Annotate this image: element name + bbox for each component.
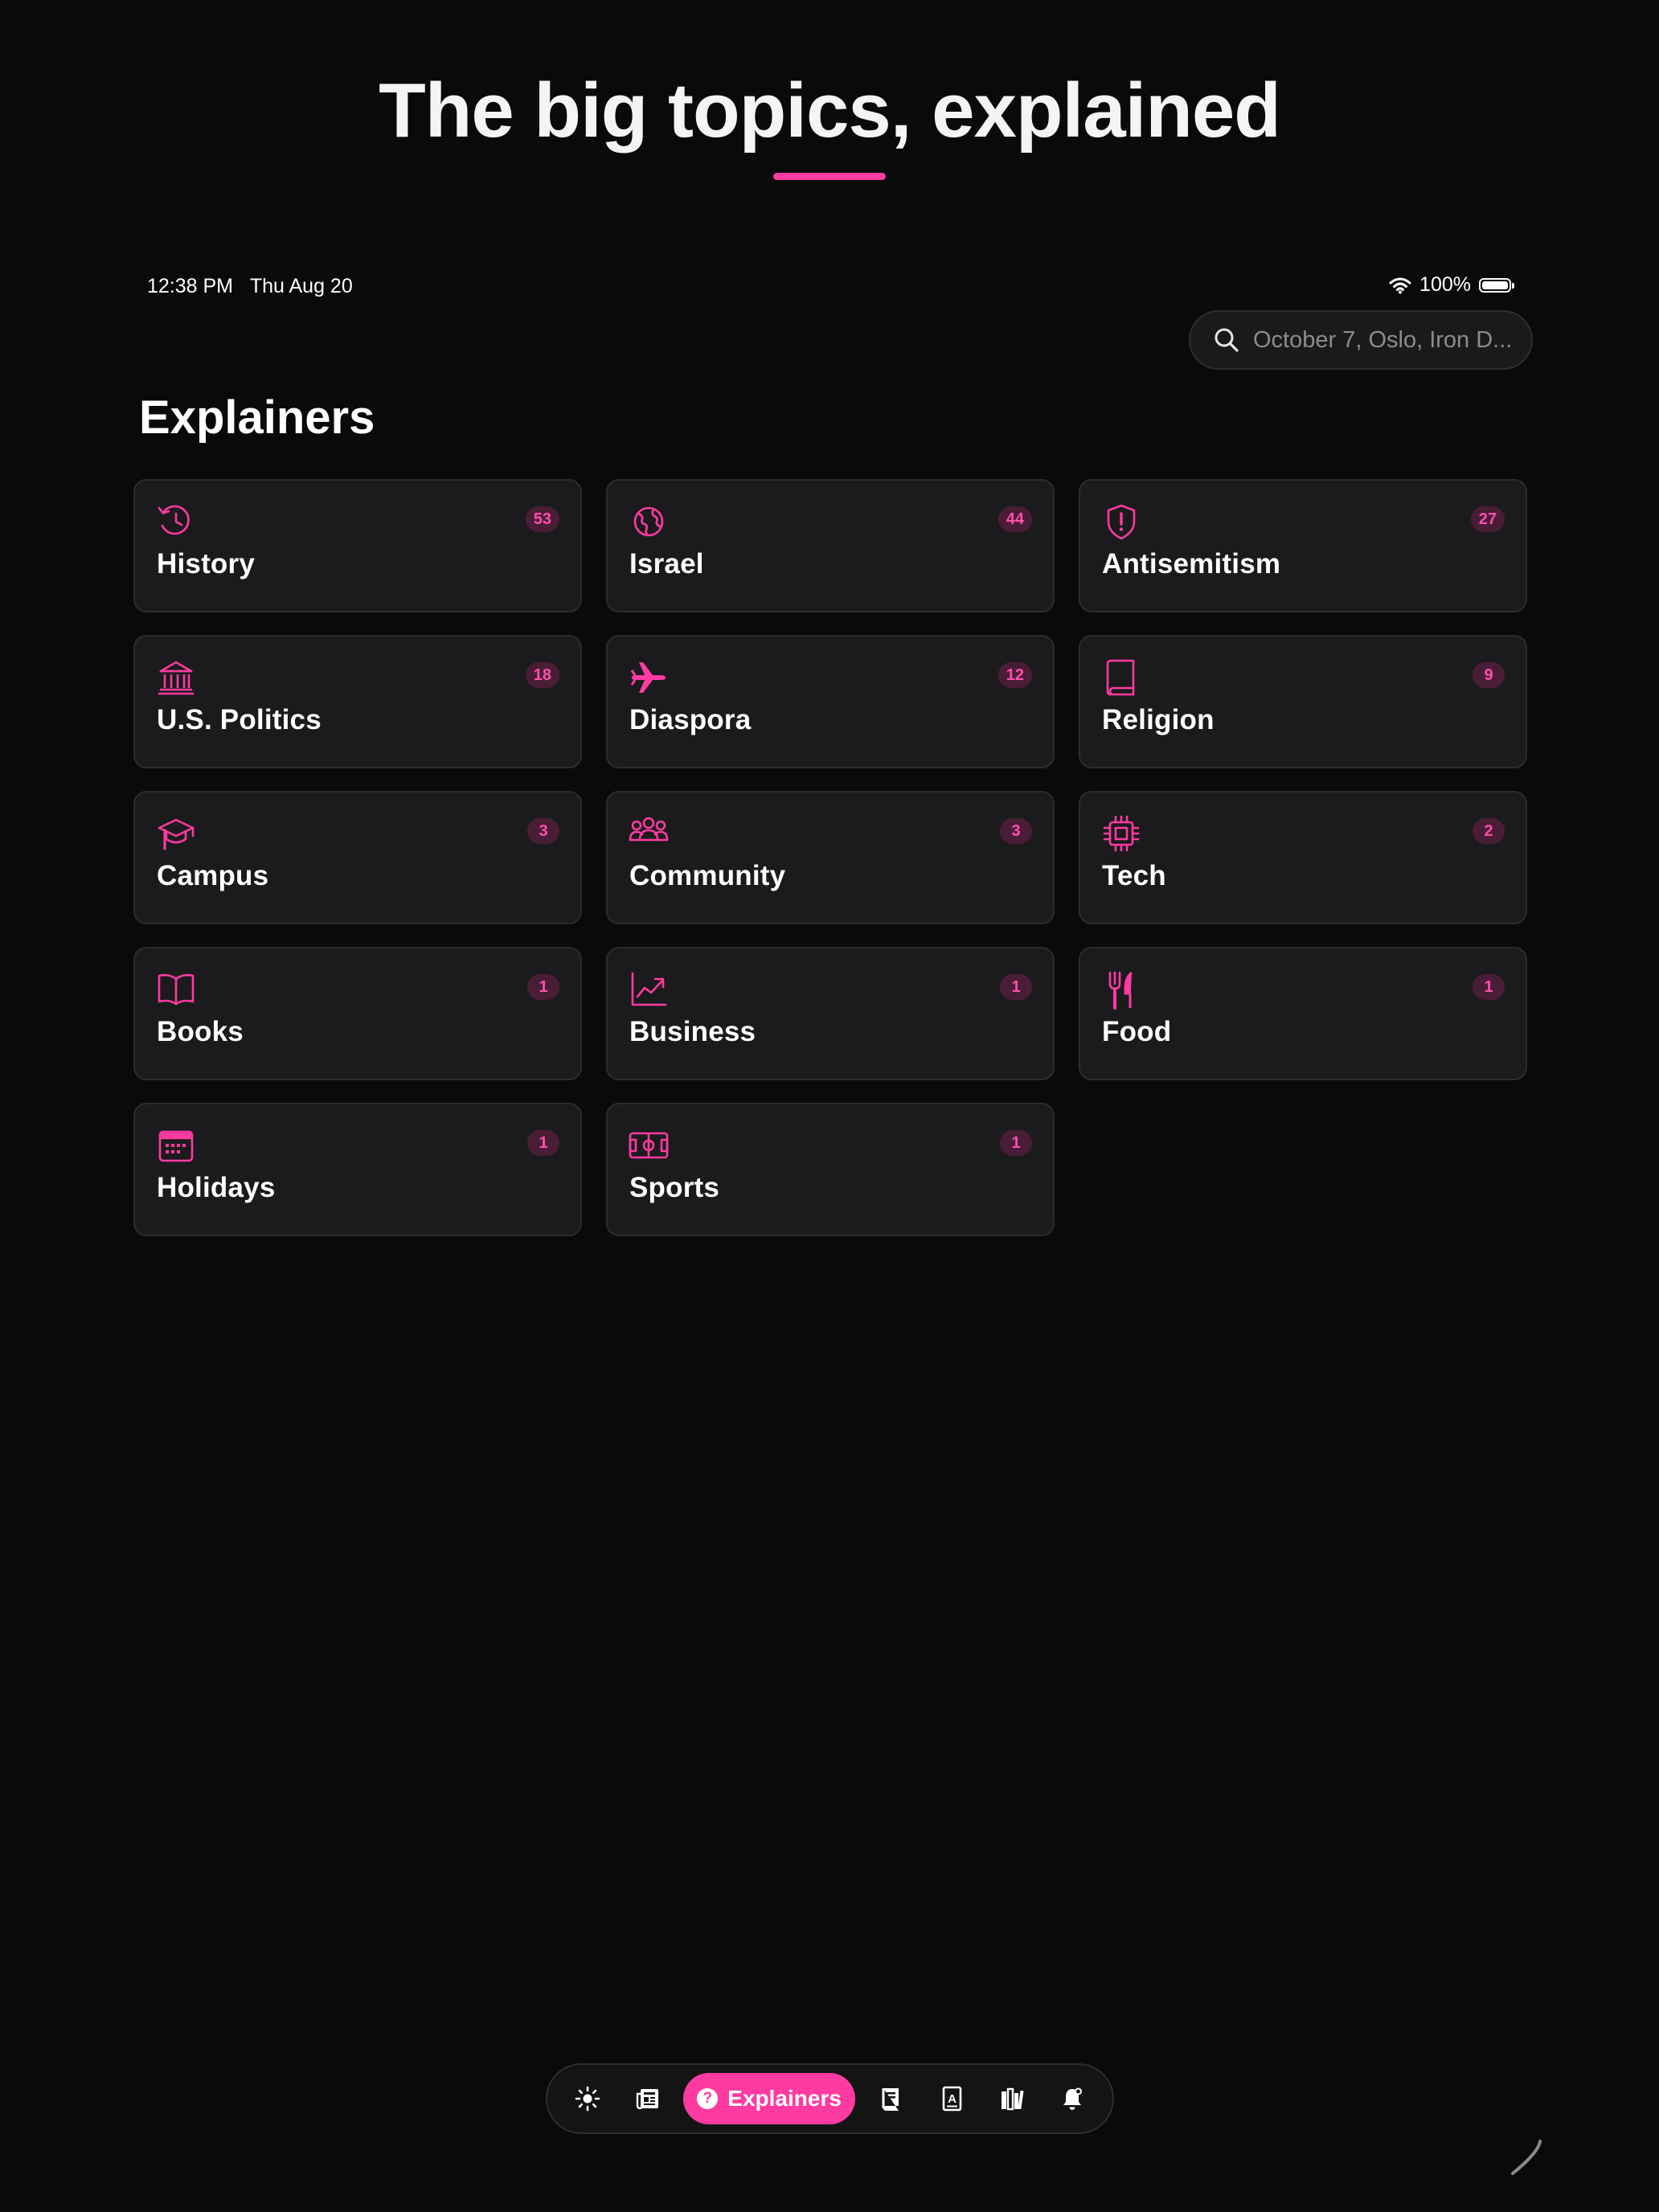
topic-card-sports[interactable]: Sports 1 xyxy=(606,1103,1055,1236)
topic-card-u-s-politics[interactable]: U.S. Politics 18 xyxy=(133,635,582,768)
topic-count-badge: 1 xyxy=(1000,1130,1032,1156)
topic-card-history[interactable]: History 53 xyxy=(133,479,582,612)
battery-icon xyxy=(1479,277,1514,293)
topic-card-tech[interactable]: Tech 2 xyxy=(1079,791,1527,924)
tab-reader[interactable] xyxy=(860,2073,920,2124)
soccer-field-icon xyxy=(629,1125,669,1165)
book-icon xyxy=(882,2088,899,2111)
bell-icon xyxy=(1063,2087,1083,2110)
search-input[interactable] xyxy=(1251,326,1514,354)
topic-card-label: Community xyxy=(629,860,786,891)
wifi-icon xyxy=(1389,277,1411,293)
topic-count-badge: 27 xyxy=(1470,506,1505,532)
tab-glossary[interactable]: A xyxy=(921,2073,981,2124)
government-building-icon xyxy=(156,657,196,698)
topic-card-business[interactable]: Business 1 xyxy=(606,947,1055,1080)
calendar-icon xyxy=(156,1125,196,1165)
chart-trend-icon xyxy=(629,969,669,1010)
topic-card-books[interactable]: Books 1 xyxy=(133,947,582,1080)
history-icon xyxy=(156,502,196,542)
topic-card-label: Books xyxy=(157,1016,244,1047)
book-icon xyxy=(1101,657,1141,698)
topic-card-label: Antisemitism xyxy=(1102,548,1281,580)
search-bar[interactable] xyxy=(1189,310,1533,370)
loading-spinner-icon xyxy=(1511,2140,1542,2175)
svg-text:A: A xyxy=(948,2092,956,2106)
topic-count-badge: 1 xyxy=(1473,974,1505,1000)
topic-card-food[interactable]: Food 1 xyxy=(1079,947,1527,1080)
topic-count-badge: 53 xyxy=(525,506,559,532)
topic-count-badge: 12 xyxy=(997,662,1032,688)
topic-count-badge: 2 xyxy=(1473,818,1505,844)
hero-underline xyxy=(773,173,886,180)
battery-percent: 100% xyxy=(1419,273,1471,296)
people-icon xyxy=(629,813,669,854)
topic-card-antisemitism[interactable]: Antisemitism 27 xyxy=(1079,479,1527,612)
tab-today[interactable] xyxy=(557,2073,617,2124)
tab-news[interactable] xyxy=(617,2073,678,2124)
topic-card-label: Religion xyxy=(1102,704,1215,735)
topic-card-label: Holidays xyxy=(157,1172,276,1203)
topic-card-label: U.S. Politics xyxy=(157,704,322,735)
topic-card-religion[interactable]: Religion 9 xyxy=(1079,635,1527,768)
shield-alert-icon xyxy=(1101,502,1141,542)
topic-card-campus[interactable]: Campus 3 xyxy=(133,791,582,924)
topic-count-badge: 3 xyxy=(1000,818,1032,844)
tab-bar: ? Explainers A xyxy=(546,2063,1114,2134)
topic-count-badge: 44 xyxy=(997,506,1032,532)
tab-explainers-label: Explainers xyxy=(727,2086,842,2111)
topic-count-badge: 3 xyxy=(527,818,559,844)
search-icon xyxy=(1215,328,1239,352)
fork-knife-icon xyxy=(1101,969,1141,1010)
tab-library[interactable] xyxy=(981,2073,1042,2124)
topics-grid: History 53 Israel 44 Antisemitism 27 U.S. Poli… xyxy=(133,479,1527,1236)
topic-count-badge: 1 xyxy=(1000,974,1032,1000)
dictionary-icon: A xyxy=(942,2086,961,2112)
status-clock: 12:38 PM xyxy=(147,275,234,297)
topic-count-badge: 1 xyxy=(527,974,559,1000)
topic-card-community[interactable]: Community 3 xyxy=(606,791,1055,924)
status-date: Thu Aug 20 xyxy=(249,275,353,297)
topic-card-label: Campus xyxy=(157,860,269,891)
topic-card-label: Sports xyxy=(629,1172,720,1203)
newspaper-icon xyxy=(636,2089,659,2110)
help-circle-icon: ? xyxy=(697,2088,719,2109)
graduation-cap-icon xyxy=(156,813,196,854)
topic-count-badge: 1 xyxy=(527,1130,559,1156)
topic-card-label: History xyxy=(157,548,255,580)
topic-card-label: Food xyxy=(1102,1016,1172,1047)
topic-card-label: Tech xyxy=(1102,860,1166,891)
topic-count-badge: 9 xyxy=(1473,662,1505,688)
topic-card-diaspora[interactable]: Diaspora 12 xyxy=(606,635,1055,768)
hero-title: The big topics, explained xyxy=(379,68,1281,154)
topic-count-badge: 18 xyxy=(525,662,559,688)
airplane-icon xyxy=(629,657,669,698)
topic-card-israel[interactable]: Israel 44 xyxy=(606,479,1055,612)
topic-card-label: Israel xyxy=(629,548,704,580)
globe-icon xyxy=(629,502,669,542)
page-title: Explainers xyxy=(139,391,375,444)
open-book-icon xyxy=(156,969,196,1010)
chip-icon xyxy=(1101,813,1141,854)
library-icon xyxy=(1001,2087,1024,2111)
topic-card-label: Diaspora xyxy=(629,704,752,735)
status-indicators: 100% xyxy=(1389,273,1514,297)
tab-explainers[interactable]: ? Explainers xyxy=(682,2073,856,2124)
sun-icon xyxy=(575,2086,600,2112)
topic-card-label: Business xyxy=(629,1016,756,1047)
topic-card-holidays[interactable]: Holidays 1 xyxy=(133,1103,582,1236)
tab-notifications[interactable] xyxy=(1043,2073,1103,2124)
status-time: 12:38 PM Thu Aug 20 xyxy=(147,275,353,298)
